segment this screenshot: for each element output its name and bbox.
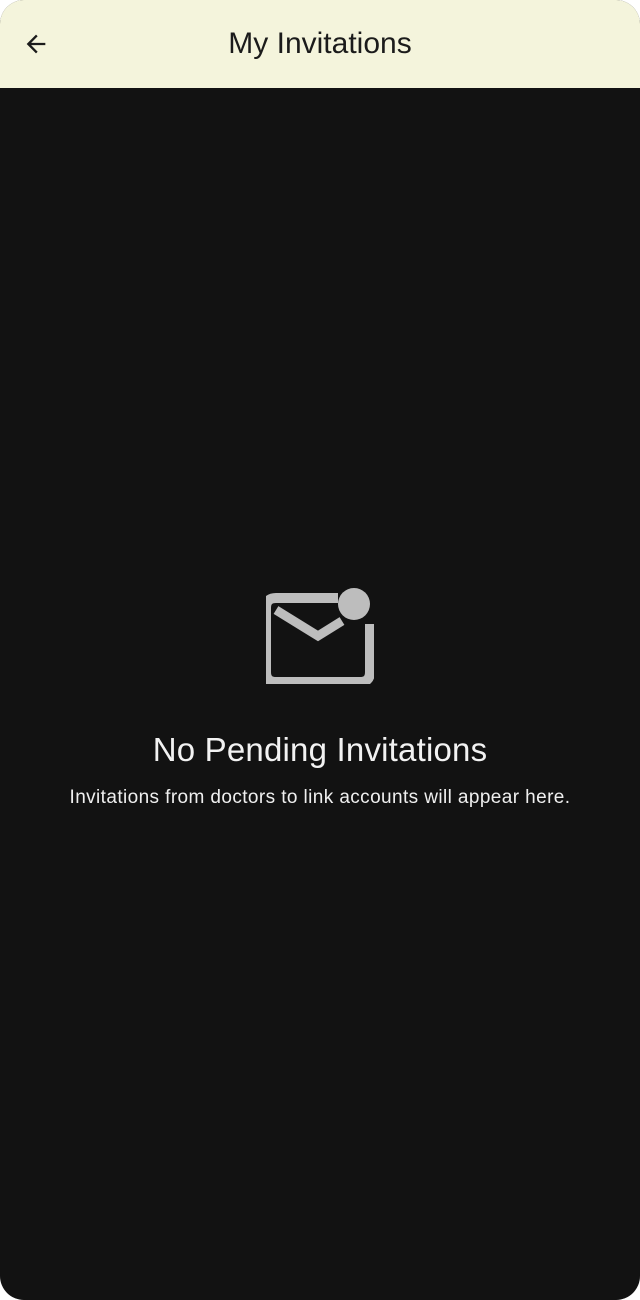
app-bar: My Invitations [0,0,640,88]
empty-state-title: No Pending Invitations [152,731,488,768]
page-title: My Invitations [228,27,412,60]
screen: My Invitations No Pending Invitations In… [0,0,640,1300]
back-button[interactable] [12,20,60,68]
arrow-left-icon [26,34,46,54]
empty-state-message: Invitations from doctors to link account… [69,787,571,808]
mail-unread-icon [266,588,374,684]
empty-state: No Pending Invitations Invitations from … [0,588,640,809]
